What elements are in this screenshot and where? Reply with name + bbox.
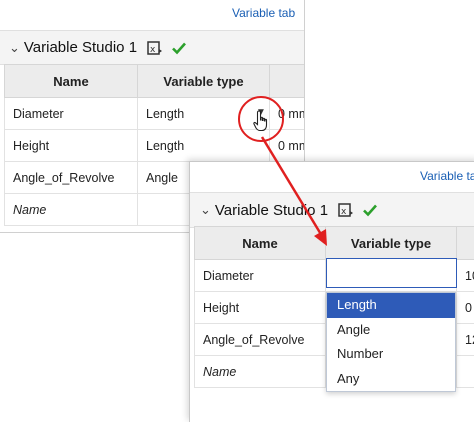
chevron-down-icon[interactable]: ⌄	[200, 202, 211, 218]
new-variable-value-cell[interactable]	[457, 356, 474, 388]
variable-table-link[interactable]: Variable tab	[232, 6, 295, 20]
column-header-variable-type: Variable type	[326, 227, 457, 260]
column-header-value	[457, 227, 474, 260]
studio-header[interactable]: ⌄ Variable Studio 1 x	[0, 30, 304, 65]
table-header-row: Name Variable type	[195, 227, 474, 260]
menu-item-number[interactable]: Number	[327, 342, 455, 367]
studio-header[interactable]: ⌄ Variable Studio 1 x	[190, 192, 474, 228]
variable-studio-icon: x	[338, 202, 354, 218]
svg-text:x: x	[150, 45, 156, 55]
checkmark-icon	[362, 202, 378, 218]
variable-panel-after: Variable ta ⌄ Variable Studio 1 x Name V…	[189, 161, 474, 422]
studio-title: Variable Studio 1	[215, 202, 328, 219]
variable-type-menu: Length Angle Number Any	[326, 292, 456, 392]
variable-name-cell[interactable]: Height	[5, 130, 138, 162]
menu-item-any[interactable]: Any	[327, 367, 455, 392]
variable-name-cell[interactable]: Angle_of_Revolve	[5, 162, 138, 194]
table-header-row: Name Variable type	[5, 65, 306, 98]
variable-value-cell[interactable]: 10	[457, 260, 474, 292]
variable-name-cell[interactable]: Diameter	[5, 98, 138, 130]
variable-name-cell[interactable]: Diameter	[195, 260, 326, 292]
studio-title: Variable Studio 1	[24, 39, 137, 56]
new-variable-name-cell[interactable]: Name	[195, 356, 326, 388]
variable-type-select[interactable]	[326, 258, 457, 288]
highlight-circle	[238, 96, 284, 142]
variable-name-cell[interactable]: Height	[195, 292, 326, 324]
checkmark-icon	[171, 40, 187, 56]
column-header-value	[270, 65, 306, 98]
variable-name-cell[interactable]: Angle_of_Revolve	[195, 324, 326, 356]
column-header-variable-type: Variable type	[138, 65, 270, 98]
variable-value-cell[interactable]: 12	[457, 324, 474, 356]
menu-item-length[interactable]: Length	[327, 293, 455, 318]
menu-item-angle[interactable]: Angle	[327, 318, 455, 343]
new-variable-name-cell[interactable]: Name	[5, 194, 138, 226]
variable-table-link[interactable]: Variable ta	[420, 169, 474, 183]
svg-text:x: x	[341, 207, 347, 217]
column-header-name: Name	[5, 65, 138, 98]
variable-studio-icon: x	[147, 40, 163, 56]
chevron-down-icon[interactable]: ⌄	[9, 40, 20, 56]
column-header-name: Name	[195, 227, 326, 260]
variable-value-cell[interactable]: 0	[457, 292, 474, 324]
